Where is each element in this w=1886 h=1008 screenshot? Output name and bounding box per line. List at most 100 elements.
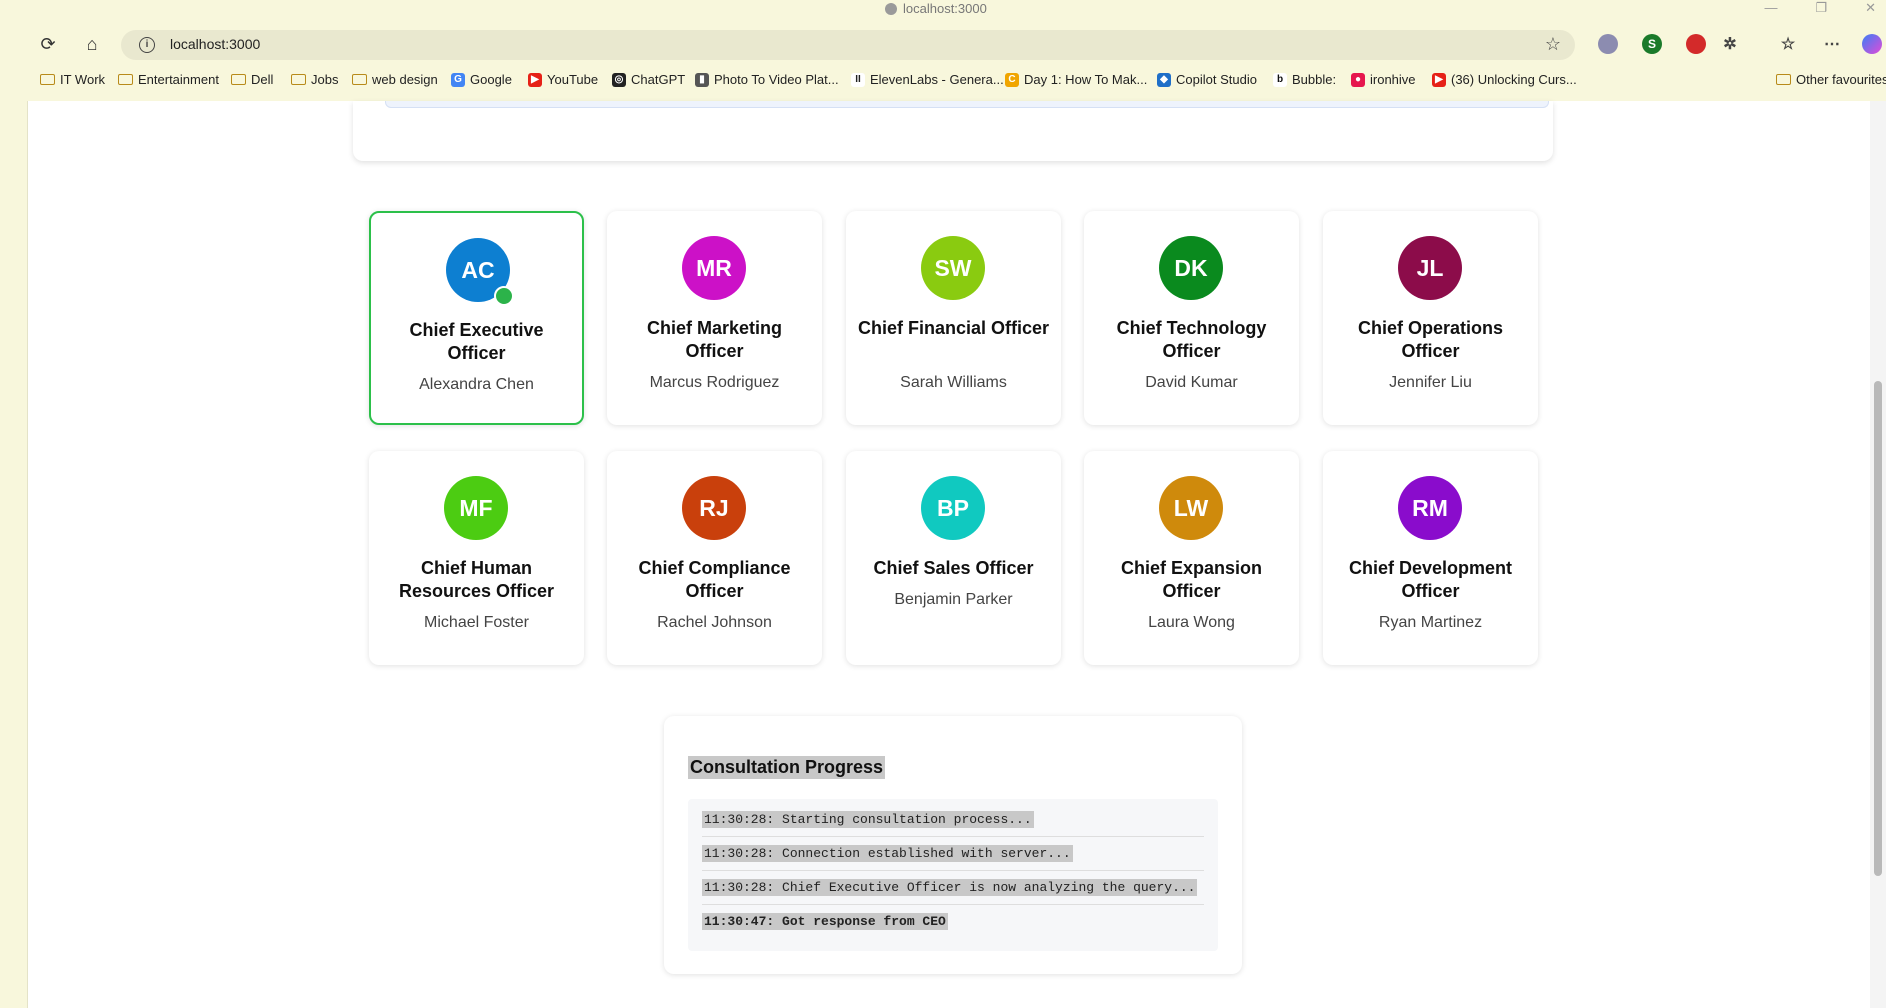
scrollbar-thumb[interactable] — [1874, 381, 1882, 876]
bookmark-item[interactable]: Jobs — [291, 72, 338, 87]
executive-name: Laura Wong — [1148, 614, 1235, 631]
bookmark-label: Copilot Studio — [1176, 72, 1257, 87]
avatar-initials: JL — [1416, 255, 1444, 281]
executive-role: Chief Development Officer — [1348, 558, 1513, 601]
executive-name: Jennifer Liu — [1389, 374, 1472, 391]
bookmark-item[interactable]: II ElevenLabs - Genera... — [851, 72, 1004, 87]
bookmark-item[interactable]: b Bubble: — [1273, 72, 1336, 87]
executive-role: Chief Expansion Officer — [1120, 558, 1263, 601]
bookmark-label: Bubble: — [1292, 72, 1337, 87]
bookmark-item[interactable]: G Google — [451, 72, 512, 87]
minimize-icon[interactable]: — — [1764, 0, 1777, 16]
home-icon[interactable]: ⌂ — [79, 31, 105, 57]
navigation-bar: ⟳ ⌂ i localhost:3000 ☆ S ✲ ☆ ⋯ — [0, 26, 1886, 62]
more-menu-icon[interactable]: ⋯ — [1822, 34, 1842, 54]
folder-icon — [1776, 74, 1791, 85]
executive-card[interactable]: BP Chief Sales Officer Benjamin Parker — [846, 451, 1061, 665]
executive-name: Rachel Johnson — [657, 614, 772, 631]
bookmark-label: ChatGPT — [631, 72, 686, 87]
executive-card[interactable]: MF Chief Human Resources Officer Michael… — [369, 451, 584, 665]
site-icon — [885, 2, 897, 15]
bookmark-item[interactable]: ▶ YouTube — [528, 72, 598, 87]
avatar: JL — [1398, 236, 1462, 300]
executive-card[interactable]: RJ Chief Compliance Officer Rachel Johns… — [607, 451, 822, 665]
bookmark-label: Entertainment — [138, 72, 219, 87]
folder-icon — [291, 74, 306, 85]
bubble-icon: b — [1273, 72, 1287, 87]
avatar: BP — [921, 476, 985, 540]
page-scrollbar[interactable] — [1870, 101, 1886, 1008]
bookmark-label: Photo To Video Plat... — [714, 72, 839, 87]
bookmark-item[interactable]: ◆ Copilot Studio — [1157, 72, 1257, 87]
favourite-star-icon[interactable]: ☆ — [1545, 34, 1561, 55]
close-icon[interactable]: ✕ — [1865, 0, 1876, 16]
url-text[interactable]: localhost:3000 — [170, 36, 260, 52]
avatar-initials: SW — [934, 255, 972, 281]
folder-icon — [231, 74, 246, 85]
refresh-icon[interactable]: ⟳ — [35, 31, 61, 57]
executive-role: Chief Financial Officer — [857, 318, 1050, 338]
folder-icon — [352, 74, 367, 85]
avatar: RJ — [682, 476, 746, 540]
bookmark-label: IT Work — [60, 72, 106, 87]
executive-name: Benjamin Parker — [894, 591, 1013, 608]
bookmark-item[interactable]: Dell — [231, 72, 273, 87]
bookmark-item[interactable]: ● ironhive — [1351, 72, 1416, 87]
executive-name: Marcus Rodriguez — [649, 374, 780, 391]
copilot-icon[interactable] — [1862, 34, 1882, 54]
bookmark-item[interactable]: C Day 1: How To Mak... — [1005, 72, 1147, 87]
site-icon: ▮ — [695, 72, 709, 87]
bookmark-label: Google — [470, 72, 512, 87]
title-bar: localhost:3000 — ❐ ✕ — [0, 0, 1886, 20]
site-icon: C — [1005, 72, 1019, 87]
executive-card[interactable]: JL Chief Operations Officer Jennifer Liu — [1323, 211, 1538, 425]
log-entry: 11:30:28: Starting consultation process.… — [702, 803, 1204, 837]
bookmark-item[interactable]: ◎ ChatGPT — [612, 72, 685, 87]
executive-card[interactable]: LW Chief Expansion Officer Laura Wong — [1084, 451, 1299, 665]
bookmarks-bar: IT Work Entertainment Dell Jobs web desi… — [0, 67, 1886, 95]
restore-icon[interactable]: ❐ — [1815, 0, 1827, 16]
executive-role: Chief Technology Officer — [1116, 318, 1267, 361]
progress-title: Consultation Progress — [688, 756, 886, 779]
avatar: AC — [446, 238, 514, 306]
avatar-initials: BP — [937, 495, 969, 521]
executive-role: Chief Sales Officer — [873, 558, 1034, 578]
executive-card[interactable]: RM Chief Development Officer Ryan Martin… — [1323, 451, 1538, 665]
executive-card[interactable]: AC Chief Executive Officer Alexandra Che… — [369, 211, 584, 425]
elevenlabs-icon: II — [851, 72, 865, 87]
executive-name: Alexandra Chen — [419, 376, 534, 393]
avatar-initials: RJ — [699, 495, 729, 521]
executive-role: Chief Executive Officer — [409, 320, 544, 363]
avatar-initials: AC — [461, 257, 495, 283]
avatar-initials: MR — [696, 255, 732, 281]
bookmark-label: Other favourites — [1796, 72, 1886, 87]
bookmark-item[interactable]: ▮ Photo To Video Plat... — [695, 72, 839, 87]
executive-role: Chief Operations Officer — [1357, 318, 1504, 361]
bookmark-item[interactable]: IT Work — [40, 72, 105, 87]
favourites-icon[interactable]: ☆ — [1778, 34, 1798, 54]
extension-icon[interactable] — [1598, 34, 1618, 54]
google-icon: G — [451, 72, 465, 87]
executive-card[interactable]: SW Chief Financial Officer Sarah William… — [846, 211, 1061, 425]
bookmark-item[interactable]: web design — [352, 72, 438, 87]
executive-card[interactable]: DK Chief Technology Officer David Kumar — [1084, 211, 1299, 425]
extension-icon[interactable]: S — [1642, 34, 1662, 54]
avatar: DK — [1159, 236, 1223, 300]
extensions-puzzle-icon[interactable]: ✲ — [1720, 34, 1740, 54]
log-text: 11:30:28: Connection established with se… — [702, 845, 1073, 862]
avatar: SW — [921, 236, 985, 300]
executive-name: David Kumar — [1145, 374, 1238, 391]
avatar: RM — [1398, 476, 1462, 540]
info-icon[interactable]: i — [139, 37, 155, 53]
executive-name: Sarah Williams — [900, 374, 1007, 391]
bookmark-item[interactable]: ▶ (36) Unlocking Curs... — [1432, 72, 1577, 87]
address-bar[interactable]: i localhost:3000 ☆ — [121, 30, 1575, 60]
other-favourites[interactable]: Other favourites — [1776, 72, 1886, 87]
executive-role: Chief Human Resources Officer — [398, 558, 555, 601]
executive-card[interactable]: MR Chief Marketing Officer Marcus Rodrig… — [607, 211, 822, 425]
extension-icon[interactable] — [1686, 34, 1706, 54]
bookmark-item[interactable]: Entertainment — [118, 72, 219, 87]
log-text: 11:30:28: Chief Executive Officer is now… — [702, 879, 1198, 896]
folder-icon — [40, 74, 55, 85]
sidebar-rail — [0, 101, 28, 1008]
